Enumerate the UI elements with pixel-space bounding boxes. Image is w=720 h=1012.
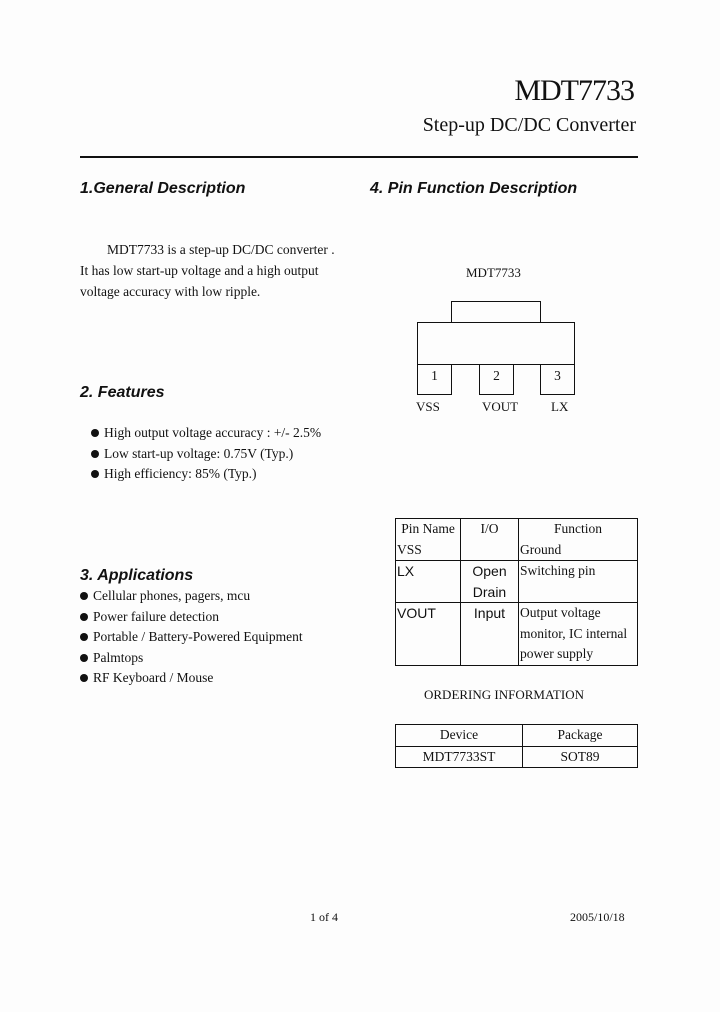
applications-heading: 3. Applications [80,567,194,584]
header-function: Function Ground [518,518,638,561]
bullet-icon [80,653,88,662]
bullet-icon [91,470,99,478]
application-item: Cellular phones, pagers, mcu [80,586,303,607]
cell-device: MDT7733ST [395,745,523,768]
application-item: Power failure detection [80,607,303,628]
table-header-row: Pin Name VSS I/O Function Ground [395,518,638,561]
pin-3: 3 [540,364,575,395]
cell-function: Ground [520,541,562,557]
features-heading: 2. Features [80,384,165,401]
description-line-3: voltage accuracy with low ripple. [80,284,261,299]
header-io: I/O [460,518,519,561]
ordering-heading: ORDERING INFORMATION [424,687,584,702]
cell-pin: LX [395,560,461,603]
bullet-icon [80,633,88,641]
pin-1-label: VSS [416,399,440,414]
table-row: LX Open Drain Switching pin [395,560,638,603]
table-row: MDT7733ST SOT89 [395,745,638,768]
table-row: VOUT Input Output voltage monitor, IC in… [395,602,638,666]
pin-function-heading: 4. Pin Function Description [370,180,578,197]
header-divider [80,156,638,158]
bullet-icon [80,674,88,682]
bullet-icon [91,449,99,458]
application-item: Portable / Battery-Powered Equipment [80,627,303,648]
page-number: 1 of 4 [310,910,338,924]
bullet-icon [80,612,88,621]
document-date: 2005/10/18 [570,910,625,924]
pin-1: 1 [417,364,452,395]
package-diagram-label: MDT7733 [466,265,521,280]
description-line-1: MDT7733 is a step-up DC/DC converter . [107,242,335,257]
ordering-table: Device Package MDT7733ST SOT89 [395,724,638,768]
pin-2-label: VOUT [482,399,519,414]
cell-function: Output voltage monitor, IC internal powe… [518,602,638,666]
header-device: Device [395,724,523,747]
general-description-text: MDT7733 is a step-up DC/DC converter . I… [80,239,335,302]
package-tab [451,301,541,323]
features-list: High output voltage accuracy : +/- 2.5% … [91,423,321,485]
description-line-2: It has low start-up voltage and a high o… [80,263,319,278]
header-pin-name: Pin Name VSS [395,518,461,561]
pin-function-table: Pin Name VSS I/O Function Ground LX Open… [395,518,638,666]
cell-io: Open Drain [460,560,519,603]
feature-item: Low start-up voltage: 0.75V (Typ.) [91,444,321,465]
table-header-row: Device Package [395,724,638,747]
package-body [417,322,575,365]
bullet-icon [80,592,88,600]
feature-item: High output voltage accuracy : +/- 2.5% [91,423,321,444]
document-subtitle: Step-up DC/DC Converter [422,114,636,136]
cell-pin: VSS [397,541,422,557]
pin-3-label: LX [551,399,569,414]
bullet-icon [91,429,99,437]
feature-item: High efficiency: 85% (Typ.) [91,464,321,485]
document-title: MDT7733 [514,74,635,107]
cell-io: Input [460,602,519,666]
cell-pin: VOUT [395,602,461,666]
application-item: RF Keyboard / Mouse [80,668,303,689]
cell-package: SOT89 [522,745,638,768]
pin-2: 2 [479,364,514,395]
cell-function: Switching pin [518,560,638,603]
applications-list: Cellular phones, pagers, mcu Power failu… [80,586,303,689]
general-description-heading: 1.General Description [80,180,246,197]
header-package: Package [522,724,638,747]
application-item: Palmtops [80,648,303,669]
